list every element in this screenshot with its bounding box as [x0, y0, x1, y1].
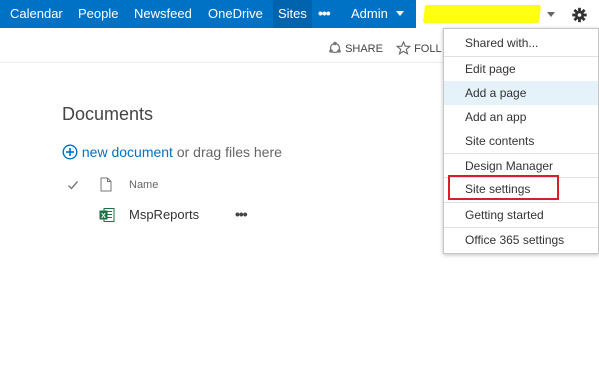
- excel-icon: X: [99, 208, 115, 222]
- nav-admin[interactable]: Admin: [351, 0, 388, 28]
- check-icon[interactable]: [67, 179, 79, 191]
- user-chevron-down-icon[interactable]: [547, 12, 555, 17]
- settings-menu: Shared with... Edit page Add a page Add …: [443, 28, 599, 254]
- site-settings-callout-box: [448, 175, 559, 200]
- gear-icon: [572, 7, 587, 23]
- follow-button[interactable]: FOLL: [395, 40, 442, 58]
- new-document-link[interactable]: new document: [82, 144, 173, 160]
- menu-item-add-an-app[interactable]: Add an app: [444, 105, 598, 129]
- share-icon: [329, 41, 341, 54]
- menu-item-office-365-settings[interactable]: Office 365 settings: [444, 228, 598, 252]
- nav-onedrive[interactable]: OneDrive: [208, 0, 263, 28]
- document-icon: [100, 177, 112, 192]
- chevron-down-icon[interactable]: [396, 11, 404, 16]
- share-label: SHARE: [345, 43, 383, 55]
- nav-calendar[interactable]: Calendar: [10, 0, 63, 28]
- new-document-row: new document or drag files here: [62, 142, 282, 162]
- settings-button[interactable]: [564, 0, 599, 28]
- documents-title[interactable]: Documents: [62, 104, 153, 125]
- menu-item-shared-with[interactable]: Shared with...: [444, 31, 598, 55]
- drag-files-hint: or drag files here: [172, 144, 282, 160]
- star-icon: [395, 40, 412, 56]
- nav-newsfeed[interactable]: Newsfeed: [134, 0, 192, 28]
- nav-sites[interactable]: Sites: [273, 0, 312, 28]
- share-button[interactable]: SHARE: [328, 40, 383, 58]
- file-more-button[interactable]: •••: [235, 206, 248, 222]
- menu-item-add-a-page[interactable]: Add a page: [444, 81, 598, 105]
- sharepoint-page: Calendar People Newsfeed OneDrive Sites …: [0, 0, 599, 367]
- column-header-name[interactable]: Name: [129, 179, 158, 191]
- menu-item-getting-started[interactable]: Getting started: [444, 203, 598, 227]
- svg-text:X: X: [101, 213, 106, 220]
- nav-people[interactable]: People: [78, 0, 118, 28]
- menu-item-edit-page[interactable]: Edit page: [444, 57, 598, 81]
- follow-label: FOLL: [414, 43, 442, 55]
- redacted-username: [423, 5, 541, 23]
- file-name-link[interactable]: MspReports: [129, 207, 199, 222]
- list-item[interactable]: X MspReports •••: [62, 204, 362, 226]
- suite-bar: Calendar People Newsfeed OneDrive Sites …: [0, 0, 599, 28]
- plus-circle-icon[interactable]: [62, 144, 78, 160]
- nav-more-button[interactable]: •••: [318, 0, 331, 28]
- list-header: Name: [62, 176, 362, 196]
- menu-item-site-contents[interactable]: Site contents: [444, 129, 598, 153]
